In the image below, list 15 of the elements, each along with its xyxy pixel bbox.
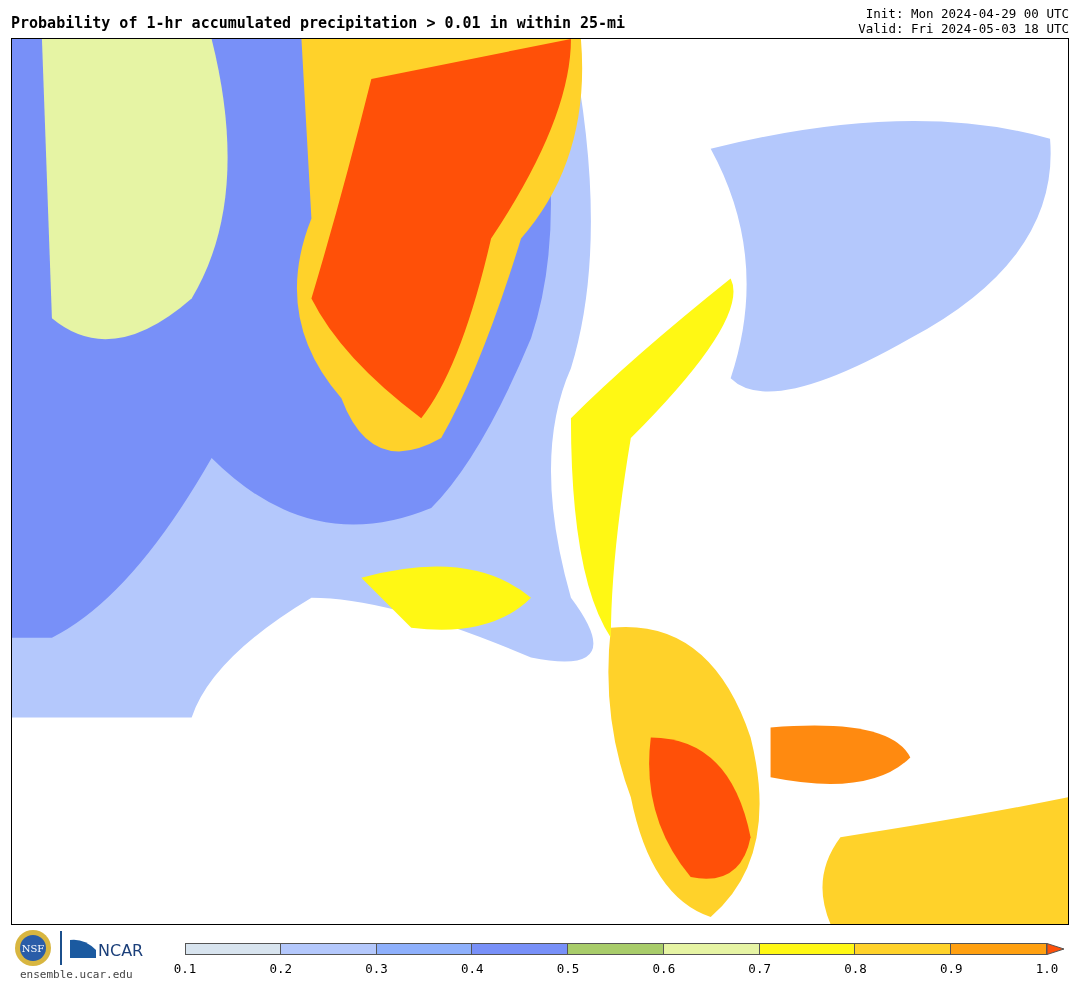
init-time: Init: Mon 2024-04-29 00 UTC (864, 6, 1069, 21)
tick-label: 0.9 (939, 960, 963, 978)
chart-title: Probability of 1-hr accumulated precipitation > 0.01 in within 25-mi (11, 13, 626, 34)
tick-label: 1.0 (1035, 960, 1059, 978)
tick-label: 0.8 (844, 960, 867, 978)
tick-label: 0.4 (461, 960, 484, 978)
tick-label: 0.1 (173, 960, 197, 978)
tick-label: 0.5 (556, 960, 580, 978)
tick-label: 0.6 (652, 960, 676, 978)
tick-label: 0.2 (269, 960, 293, 978)
ncar-logo: NCAR (70, 936, 144, 960)
valid-time: Valid: Fri 2024-05-03 18 UTC (858, 21, 1069, 36)
nsf-logo: NSF (14, 929, 52, 967)
tick-label: 0.7 (748, 960, 771, 978)
tick-label: 0.3 (365, 960, 388, 978)
